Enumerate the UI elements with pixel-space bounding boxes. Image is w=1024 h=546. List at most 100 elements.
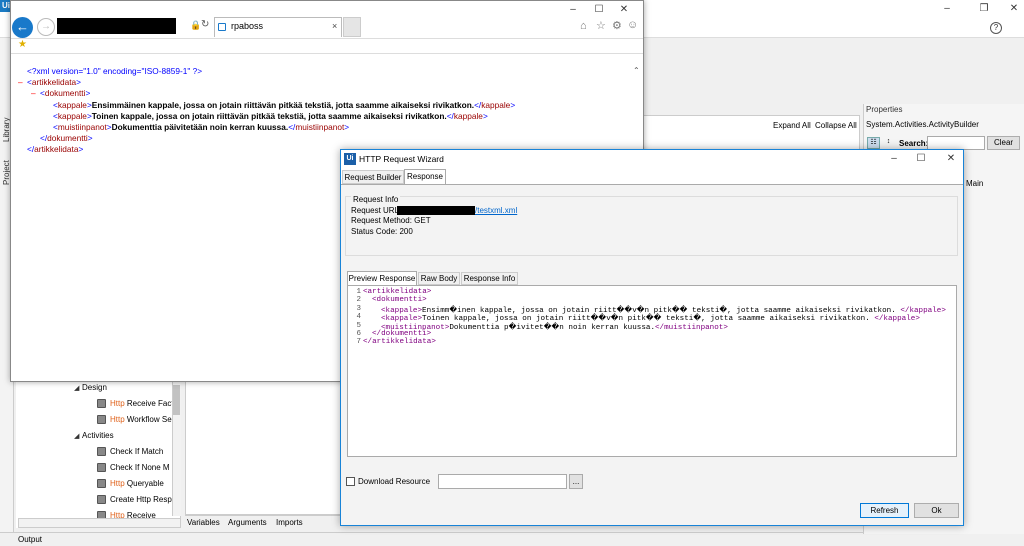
code-line: <artikkelidata> — [363, 288, 431, 296]
activity-item[interactable]: Http Workflow Se — [97, 413, 172, 427]
wizard-tab-divider — [341, 184, 963, 185]
favorites-star-icon[interactable]: ☆ — [596, 19, 606, 32]
refresh-icon[interactable]: ↻ — [201, 19, 209, 30]
expand-triangle-icon[interactable]: ◢ — [74, 430, 82, 444]
wizard-minimize-button[interactable]: – — [887, 152, 901, 166]
download-path-input[interactable] — [438, 474, 567, 489]
activity-item[interactable]: Create Http Resp — [97, 493, 172, 507]
code-close-tag: </kappale> — [874, 315, 920, 324]
activity-label: Workflow Se — [124, 415, 172, 424]
forward-arrow-icon[interactable]: → — [37, 18, 55, 36]
expand-triangle-icon[interactable]: ◢ — [74, 382, 82, 396]
tab-response-info[interactable]: Response Info — [461, 272, 518, 285]
wizard-close-button[interactable]: ✕ — [944, 152, 958, 166]
xml-close-tag-name: muistiinpanot — [295, 122, 345, 132]
expand-all-button[interactable]: Expand All — [773, 118, 811, 134]
browser-maximize-button[interactable]: ☐ — [592, 3, 606, 17]
request-url-redacted — [397, 206, 475, 215]
activity-label: Create Http Resp — [110, 495, 172, 504]
activity-icon — [97, 399, 106, 409]
code-open-tag: <dokumentti> — [372, 296, 427, 305]
wizard-title: HTTP Request Wizard — [359, 154, 444, 164]
studio-close-button[interactable]: ✕ — [1007, 2, 1021, 16]
properties-clear-button[interactable]: Clear — [987, 136, 1020, 150]
properties-search-input[interactable] — [927, 136, 985, 150]
tab-preview-response[interactable]: Preview Response — [347, 271, 417, 285]
browse-button[interactable]: ... — [569, 474, 583, 489]
tab-arguments[interactable]: Arguments — [228, 516, 267, 530]
back-arrow-icon[interactable]: ← — [12, 17, 33, 38]
activity-item[interactable]: Check If None M — [97, 461, 170, 475]
xml-tag-name: artikkelidata — [34, 144, 79, 155]
activity-label: Check If None M — [110, 463, 170, 472]
help-icon[interactable]: ? — [990, 22, 1002, 34]
code-open-tag: </artikkelidata> — [363, 338, 436, 347]
xml-close-tag-name: kappale — [481, 99, 511, 110]
activity-group[interactable]: ◢ Activities — [74, 429, 114, 443]
favorites-bar — [11, 38, 643, 54]
xml-line: – <artikkelidata> — [18, 77, 81, 88]
studio-restore-button[interactable]: ❐ — [977, 2, 991, 16]
tab-request-builder[interactable]: Request Builder — [342, 170, 404, 184]
activities-horizontal-scrollbar[interactable] — [18, 518, 181, 528]
xml-text: Ensimmäinen kappale, jossa on jotain rii… — [91, 99, 475, 110]
xml-line: <muistiinpanot>Dokumenttia päivitetään n… — [53, 122, 350, 132]
code-text: Dokumenttia p�ivitet��n noin kerran kuus… — [449, 323, 655, 332]
http-keyword: Http — [110, 415, 125, 424]
xml-text: Dokumenttia päivitetään noin kerran kuus… — [111, 122, 289, 132]
line-number: 5 — [356, 321, 361, 330]
home-icon[interactable]: ⌂ — [580, 20, 587, 32]
request-info-title: Request Info — [351, 195, 401, 204]
output-tab[interactable]: Output — [0, 532, 1024, 546]
download-resource-checkbox[interactable] — [346, 477, 355, 486]
xml-declaration: <?xml version="1.0" encoding="ISO-8859-1… — [27, 66, 203, 76]
status-code: Status Code: 200 — [351, 227, 413, 236]
activity-icon — [97, 415, 106, 425]
address-bar-redacted[interactable] — [57, 18, 176, 34]
xml-tag-name: muistiinpanot — [57, 122, 107, 132]
refresh-button[interactable]: Refresh — [860, 503, 909, 518]
tab-raw-body[interactable]: Raw Body — [418, 272, 460, 285]
tab-imports[interactable]: Imports — [276, 516, 303, 530]
browser-minimize-button[interactable]: – — [566, 3, 580, 17]
request-info-group — [345, 196, 958, 256]
tab-variables[interactable]: Variables — [187, 516, 220, 530]
wizard-maximize-button[interactable]: ☐ — [914, 152, 928, 166]
feedback-smiley-icon[interactable]: ☺ — [627, 19, 638, 31]
xml-tag-name: kappale — [57, 99, 87, 110]
tab-close-icon[interactable]: × — [332, 21, 337, 31]
properties-search-label: Search: — [899, 139, 929, 148]
activity-group[interactable]: ◢ Design — [74, 381, 107, 395]
xml-collapse-toggle[interactable]: – — [18, 77, 23, 88]
code-open-tag: <artikkelidata> — [363, 288, 432, 296]
line-number: 7 — [356, 338, 361, 347]
activity-label: Queryable — [124, 479, 164, 488]
http-keyword: Http — [110, 479, 125, 488]
request-url-link[interactable]: /testxml.xml — [475, 206, 517, 215]
browser-close-button[interactable]: ✕ — [617, 3, 631, 17]
xml-tag-name: kappale — [57, 110, 87, 121]
tab-page-icon — [218, 23, 226, 31]
activity-icon — [97, 495, 106, 505]
line-number: 3 — [356, 304, 361, 313]
property-main-value: Main — [966, 179, 984, 188]
ok-button[interactable]: Ok — [914, 503, 959, 518]
add-favorite-icon[interactable]: ★ — [18, 39, 27, 50]
activity-item[interactable]: Check If Match — [97, 445, 163, 459]
gear-icon[interactable]: ⚙ — [612, 19, 622, 32]
alphabetical-sort-icon[interactable]: ↕ — [882, 137, 895, 149]
studio-minimize-button[interactable]: – — [940, 2, 954, 16]
activity-icon — [97, 463, 106, 473]
code-line: <dokumentti> — [372, 296, 427, 304]
collapse-all-button[interactable]: Collapse All — [815, 118, 857, 134]
categorized-sort-icon[interactable]: ☷ — [867, 137, 880, 149]
tab-response[interactable]: Response — [404, 169, 446, 184]
xml-collapse-toggle[interactable]: – — [31, 88, 36, 99]
new-tab-button[interactable] — [343, 17, 361, 37]
activity-item[interactable]: Http Queryable — [97, 477, 164, 491]
activities-scroll-thumb[interactable] — [173, 385, 180, 415]
line-number: 1 — [356, 288, 361, 296]
activity-item[interactable]: Http Receive Fact — [97, 397, 174, 411]
code-line: </dokumentti> — [372, 330, 431, 338]
scroll-up-arrow-icon[interactable]: ⌃ — [633, 66, 640, 75]
